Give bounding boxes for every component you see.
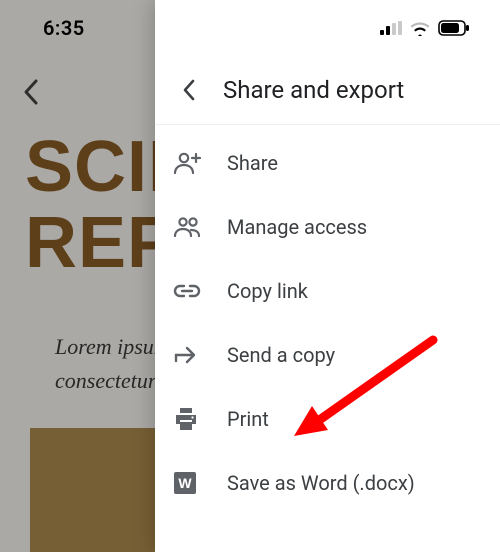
status-indicators <box>380 20 470 36</box>
menu-item-label: Manage access <box>217 215 367 239</box>
menu-item-label: Share <box>217 151 278 175</box>
modal-scrim[interactable] <box>0 0 155 552</box>
save-as-word-menu-item[interactable]: W Save as Word (.docx) <box>155 451 500 515</box>
cellular-signal-icon <box>380 21 402 35</box>
copy-link-menu-item[interactable]: Copy link <box>155 259 500 323</box>
chevron-left-icon <box>182 78 196 102</box>
person-add-icon <box>173 151 217 175</box>
menu-item-label: Print <box>217 407 269 431</box>
print-menu-item[interactable]: Print <box>155 387 500 451</box>
wifi-icon <box>409 20 431 36</box>
share-export-panel: Share and export Share <box>155 0 500 552</box>
people-icon <box>173 216 217 238</box>
manage-access-menu-item[interactable]: Manage access <box>155 195 500 259</box>
share-menu-item[interactable]: Share <box>155 131 500 195</box>
word-icon: W <box>173 471 217 495</box>
status-time: 6:35 <box>43 16 85 40</box>
print-icon <box>173 407 217 431</box>
link-icon <box>173 283 217 299</box>
menu-item-label: Save as Word (.docx) <box>217 471 415 495</box>
menu-item-label: Copy link <box>217 279 308 303</box>
panel-header: Share and export <box>155 55 500 125</box>
status-bar: 6:35 <box>0 0 500 55</box>
panel-menu: Share Manage access <box>155 125 500 515</box>
panel-title: Share and export <box>209 76 486 104</box>
send-copy-menu-item[interactable]: Send a copy <box>155 323 500 387</box>
svg-text:W: W <box>178 475 192 491</box>
panel-back-button[interactable] <box>169 78 209 102</box>
battery-icon <box>438 20 470 36</box>
send-copy-icon <box>173 345 217 365</box>
menu-item-label: Send a copy <box>217 343 335 367</box>
